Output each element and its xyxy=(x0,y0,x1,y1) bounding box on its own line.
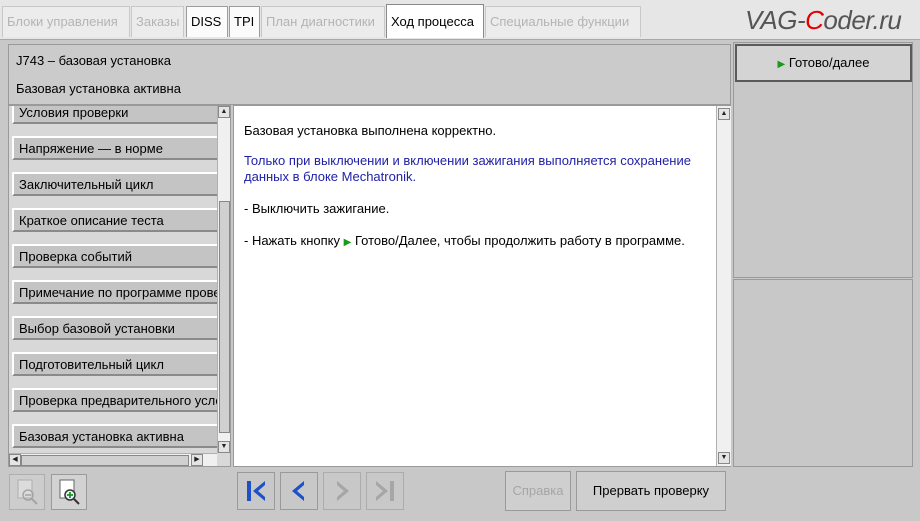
watermark-logo: VAG-Coder.ru xyxy=(745,5,902,36)
tab-special-functions[interactable]: Специальные функции xyxy=(485,6,641,37)
right-bottom-panel xyxy=(733,279,913,467)
bottom-toolbar: Справка Прервать проверку xyxy=(0,468,920,521)
instruction-result: Базовая установка выполнена корректно. xyxy=(244,123,497,138)
zoom-out-button[interactable] xyxy=(9,474,45,510)
tab-diagnostic-plan[interactable]: План диагностики xyxy=(261,6,385,37)
instruction-vscrollbar[interactable]: ▲ ▼ xyxy=(716,106,731,466)
step-item[interactable]: Примечание по программе проверки xyxy=(12,280,220,304)
previous-step-button[interactable] xyxy=(280,472,318,510)
scroll-right-icon[interactable]: ▶ xyxy=(191,454,203,466)
step-item[interactable]: Напряжение — в норме xyxy=(12,136,220,160)
zoom-in-icon xyxy=(59,479,80,505)
tab-bar: Блоки управления Заказы DISS TPI План ди… xyxy=(0,0,920,40)
step-item[interactable]: Проверка предварительного условия xyxy=(12,388,220,412)
step-list-hscrollbar[interactable]: ◀ ▶ xyxy=(9,453,217,466)
scroll-down-icon[interactable]: ▼ xyxy=(718,452,730,464)
zoom-in-button[interactable] xyxy=(51,474,87,510)
done-next-button[interactable]: ▶ Готово/далее xyxy=(735,44,912,82)
step-item[interactable]: Проверка событий xyxy=(12,244,220,268)
abort-test-button[interactable]: Прервать проверку xyxy=(576,471,726,511)
skip-to-first-icon xyxy=(247,481,265,501)
instruction-panel: Базовая установка выполнена корректно. Т… xyxy=(233,105,731,467)
last-step-button[interactable] xyxy=(366,472,404,510)
scroll-thumb[interactable] xyxy=(219,201,230,433)
step-list: Условия проверки Напряжение — в норме За… xyxy=(8,105,231,467)
watermark-suffix: oder.ru xyxy=(823,5,902,35)
test-header: J743 – базовая установка Базовая установ… xyxy=(8,44,731,105)
tab-tpi[interactable]: TPI xyxy=(229,6,260,37)
next-step-button[interactable] xyxy=(323,472,361,510)
instruction-step-continue: - Нажать кнопку ▶ Готово/Далее, чтобы пр… xyxy=(244,233,704,251)
scroll-up-icon[interactable]: ▲ xyxy=(718,108,730,120)
step-item-current[interactable]: Базовая установка активна xyxy=(12,424,220,448)
first-step-button[interactable] xyxy=(237,472,275,510)
tab-orders[interactable]: Заказы xyxy=(131,6,184,37)
play-icon: ▶ xyxy=(777,59,786,70)
instruction-continue-suffix: Готово/Далее, чтобы продолжить работу в … xyxy=(354,233,685,248)
play-icon: ▶ xyxy=(343,237,352,248)
tab-control-units[interactable]: Блоки управления xyxy=(2,6,130,37)
step-item[interactable]: Краткое описание теста xyxy=(12,208,220,232)
step-item[interactable]: Заключительный цикл xyxy=(12,172,220,196)
instruction-continue-prefix: - Нажать кнопку xyxy=(244,233,341,248)
scroll-down-icon[interactable]: ▼ xyxy=(218,441,230,453)
tab-process-flow[interactable]: Ход процесса xyxy=(386,4,484,38)
step-list-vscrollbar[interactable]: ▲ ▼ xyxy=(217,106,230,453)
step-item[interactable]: Условия проверки xyxy=(12,106,220,124)
instruction-step-ignition: - Выключить зажигание. xyxy=(244,201,390,216)
previous-icon xyxy=(292,481,304,501)
scroll-up-icon[interactable]: ▲ xyxy=(218,106,230,118)
skip-to-last-icon xyxy=(376,481,394,501)
next-icon xyxy=(337,481,349,501)
test-title: J743 – базовая установка xyxy=(16,53,171,68)
help-button[interactable]: Справка xyxy=(505,471,571,511)
step-item[interactable]: Подготовительный цикл xyxy=(12,352,220,376)
watermark-prefix: VAG- xyxy=(745,5,806,35)
hscroll-thumb[interactable] xyxy=(21,455,189,466)
done-next-label: Готово/далее xyxy=(788,55,870,70)
scroll-left-icon[interactable]: ◀ xyxy=(9,454,21,466)
test-status: Базовая установка активна xyxy=(16,81,181,96)
watermark-accent: C xyxy=(805,5,824,35)
tab-diss[interactable]: DISS xyxy=(186,6,228,37)
zoom-out-icon xyxy=(17,479,38,505)
step-item[interactable]: Выбор базовой установки xyxy=(12,316,220,340)
instruction-note: Только при выключении и включении зажига… xyxy=(244,153,691,184)
